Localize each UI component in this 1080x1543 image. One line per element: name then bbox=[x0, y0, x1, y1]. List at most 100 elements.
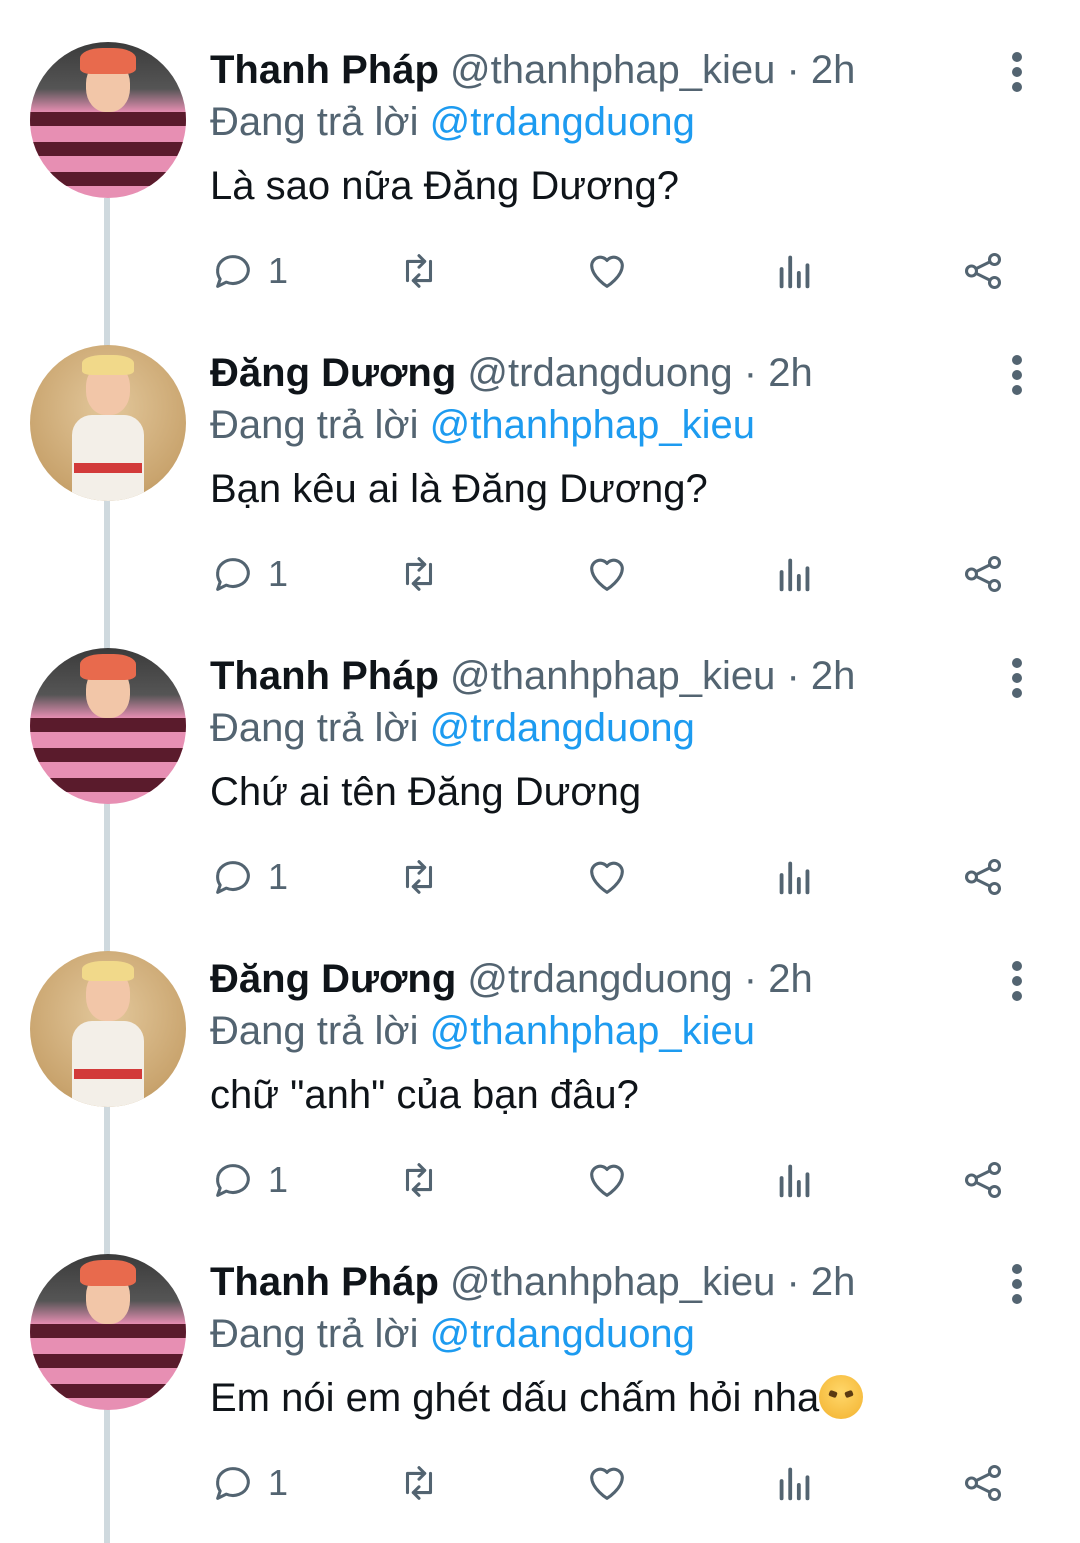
heart-icon bbox=[590, 255, 624, 288]
user-handle[interactable]: @trdangduong bbox=[467, 957, 732, 1001]
analytics-icon bbox=[779, 558, 810, 592]
tweet[interactable]: Thanh Pháp @thanhphap_kieu · 2h Đang trả… bbox=[0, 606, 1080, 909]
share-icon bbox=[964, 1464, 1002, 1502]
timestamp[interactable]: 2h bbox=[811, 1260, 856, 1304]
tweet-header: Thanh Pháp @thanhphap_kieu · 2h bbox=[210, 1258, 855, 1306]
reply-button[interactable]: 1 bbox=[210, 549, 288, 599]
user-handle[interactable]: @thanhphap_kieu bbox=[450, 1260, 775, 1304]
avatar[interactable] bbox=[30, 345, 186, 501]
user-handle[interactable]: @trdangduong bbox=[467, 351, 732, 395]
tweet[interactable]: Đăng Dương @trdangduong · 2h Đang trả lờ… bbox=[0, 303, 1080, 606]
more-options-icon[interactable] bbox=[998, 1260, 1038, 1308]
reply-mention-link[interactable]: @trdangduong bbox=[430, 100, 695, 144]
replying-to: Đang trả lời @thanhphap_kieu bbox=[210, 401, 755, 449]
avatar[interactable] bbox=[30, 1254, 186, 1410]
more-options-icon[interactable] bbox=[998, 351, 1038, 399]
user-handle[interactable]: @thanhphap_kieu bbox=[450, 654, 775, 698]
share-button[interactable] bbox=[960, 852, 1006, 902]
views-button[interactable] bbox=[772, 1155, 818, 1205]
analytics-icon bbox=[779, 255, 810, 289]
replying-to: Đang trả lời @thanhphap_kieu bbox=[210, 1007, 755, 1055]
retweet-button[interactable] bbox=[396, 1458, 442, 1508]
tweet-header: Đăng Dương @trdangduong · 2h bbox=[210, 349, 813, 397]
share-button[interactable] bbox=[960, 1155, 1006, 1205]
timestamp[interactable]: 2h bbox=[768, 957, 813, 1001]
retweet-button[interactable] bbox=[396, 1155, 442, 1205]
reply-bubble-icon bbox=[216, 558, 250, 591]
reply-count: 1 bbox=[268, 856, 289, 897]
display-name[interactable]: Thanh Pháp bbox=[210, 1260, 439, 1304]
like-button[interactable] bbox=[584, 1458, 630, 1508]
avatar[interactable] bbox=[30, 42, 186, 198]
reply-mention-link[interactable]: @thanhphap_kieu bbox=[430, 1009, 755, 1053]
share-button[interactable] bbox=[960, 246, 1006, 296]
like-button[interactable] bbox=[584, 246, 630, 296]
like-button[interactable] bbox=[584, 1155, 630, 1205]
reply-prefix: Đang trả lời bbox=[210, 1312, 419, 1356]
reply-mention-link[interactable]: @trdangduong bbox=[430, 1312, 695, 1356]
reply-button[interactable]: 1 bbox=[210, 246, 288, 296]
tweet-text: Là sao nữa Đăng Dương? bbox=[210, 164, 679, 208]
tweet[interactable]: Thanh Pháp @thanhphap_kieu · 2h Đang trả… bbox=[0, 1212, 1080, 1515]
reply-button[interactable]: 1 bbox=[210, 1155, 288, 1205]
views-button[interactable] bbox=[772, 852, 818, 902]
action-bar: 1 bbox=[210, 1458, 1050, 1508]
display-name[interactable]: Đăng Dương bbox=[210, 351, 456, 395]
reply-mention-link[interactable]: @thanhphap_kieu bbox=[430, 403, 755, 447]
reply-prefix: Đang trả lời bbox=[210, 100, 419, 144]
retweet-button[interactable] bbox=[396, 246, 442, 296]
heart-icon bbox=[590, 558, 624, 591]
reply-bubble-icon bbox=[216, 1164, 250, 1197]
avatar[interactable] bbox=[30, 648, 186, 804]
replying-to: Đang trả lời @trdangduong bbox=[210, 98, 695, 146]
like-button[interactable] bbox=[584, 852, 630, 902]
like-button[interactable] bbox=[584, 549, 630, 599]
reply-prefix: Đang trả lời bbox=[210, 1009, 419, 1053]
views-button[interactable] bbox=[772, 1458, 818, 1508]
angry-face-emoji bbox=[819, 1375, 864, 1419]
action-bar: 1 bbox=[210, 549, 1050, 599]
timestamp[interactable]: 2h bbox=[811, 654, 856, 698]
retweet-icon bbox=[405, 860, 433, 894]
share-button[interactable] bbox=[960, 549, 1006, 599]
reply-button[interactable]: 1 bbox=[210, 1458, 288, 1508]
retweet-button[interactable] bbox=[396, 549, 442, 599]
tweet-header: Thanh Pháp @thanhphap_kieu · 2h bbox=[210, 46, 855, 94]
tweet[interactable]: Thanh Pháp @thanhphap_kieu · 2h Đang trả… bbox=[0, 0, 1080, 303]
reply-button[interactable]: 1 bbox=[210, 852, 288, 902]
retweet-button[interactable] bbox=[396, 852, 442, 902]
reply-bubble-icon bbox=[216, 861, 250, 894]
reply-bubble-icon bbox=[216, 255, 250, 288]
display-name[interactable]: Thanh Pháp bbox=[210, 48, 439, 92]
tweet[interactable]: Đăng Dương @trdangduong · 2h Đang trả lờ… bbox=[0, 909, 1080, 1212]
views-button[interactable] bbox=[772, 246, 818, 296]
tweet-text: Chứ ai tên Đăng Dương bbox=[210, 770, 642, 814]
views-button[interactable] bbox=[772, 549, 818, 599]
share-button[interactable] bbox=[960, 1458, 1006, 1508]
timestamp[interactable]: 2h bbox=[811, 48, 856, 92]
more-options-icon[interactable] bbox=[998, 957, 1038, 1005]
action-bar: 1 bbox=[210, 1155, 1050, 1205]
more-options-icon[interactable] bbox=[998, 654, 1038, 702]
display-name[interactable]: Đăng Dương bbox=[210, 957, 456, 1001]
separator-dot: · bbox=[786, 654, 800, 698]
more-options-icon[interactable] bbox=[998, 48, 1038, 96]
reply-count: 1 bbox=[268, 250, 289, 291]
separator-dot: · bbox=[743, 957, 758, 1001]
reply-mention-link[interactable]: @trdangduong bbox=[430, 706, 695, 750]
retweet-icon bbox=[405, 1163, 433, 1197]
analytics-icon bbox=[779, 861, 810, 895]
avatar[interactable] bbox=[30, 951, 186, 1107]
reply-prefix: Đang trả lời bbox=[210, 403, 419, 447]
timestamp[interactable]: 2h bbox=[768, 351, 813, 395]
separator-dot: · bbox=[786, 48, 800, 92]
analytics-icon bbox=[779, 1467, 810, 1501]
display-name[interactable]: Thanh Pháp bbox=[210, 654, 439, 698]
share-icon bbox=[964, 1161, 1002, 1199]
retweet-icon bbox=[405, 1466, 433, 1500]
user-handle[interactable]: @thanhphap_kieu bbox=[450, 48, 775, 92]
tweet-header: Thanh Pháp @thanhphap_kieu · 2h bbox=[210, 652, 855, 700]
reply-prefix: Đang trả lời bbox=[210, 706, 419, 750]
separator-dot: · bbox=[786, 1260, 800, 1304]
reply-count: 1 bbox=[268, 553, 289, 594]
